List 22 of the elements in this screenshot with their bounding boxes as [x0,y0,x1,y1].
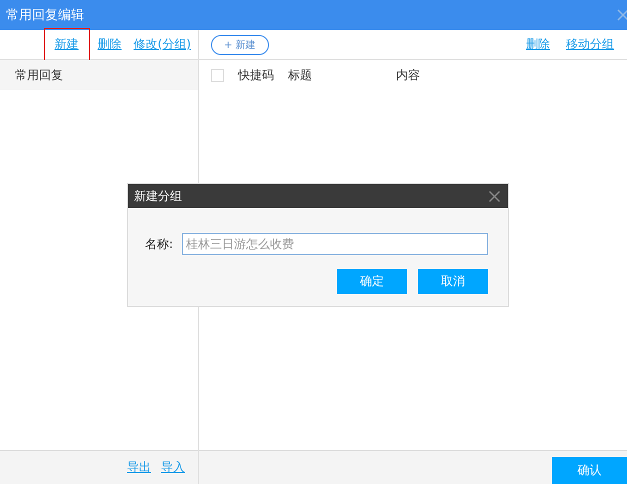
column-header: 标题 [288,66,313,84]
close-icon[interactable] [489,190,500,202]
new-button[interactable]: + 新建 [211,34,269,54]
toolbar-link[interactable]: 新建 [44,29,89,60]
name-field[interactable]: 桂林三日游怎么收费 [182,233,488,255]
dialog-button[interactable]: 取消 [418,269,488,294]
field-label: 名称: [145,236,174,252]
dialog-title: 新建分组 [134,188,182,204]
confirm-button[interactable]: 确认 [552,457,627,484]
select-all-checkbox[interactable] [211,68,224,82]
toolbar-link[interactable]: 删除 [523,30,553,59]
group-title: 常用回复 [15,66,63,84]
column-header: 内容 [396,66,420,84]
window-title: 常用回复编辑 [6,7,84,24]
bottom-link[interactable]: 导出 [124,453,154,482]
dialog-button[interactable]: 确定 [337,269,407,294]
toolbar-link[interactable]: 移动分组 [563,30,617,59]
toolbar-link[interactable]: 删除 [94,30,125,59]
column-header: 快捷码 [238,66,275,84]
bottom-link[interactable]: 导入 [158,453,188,482]
toolbar-link[interactable]: 修改(分组) [130,30,194,59]
close-icon[interactable] [617,9,627,21]
